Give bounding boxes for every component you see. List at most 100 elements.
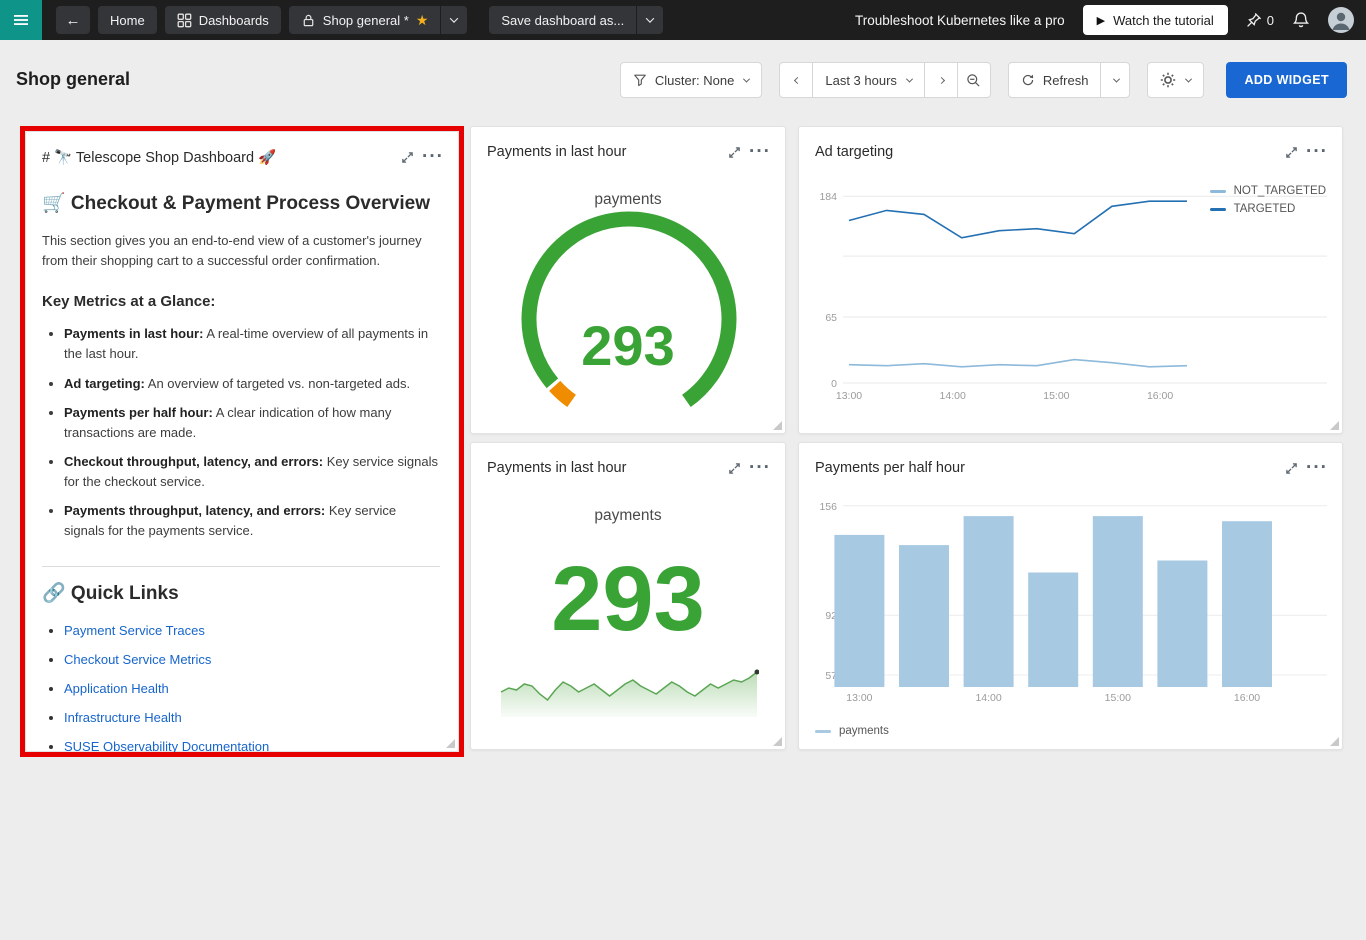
time-forward-button[interactable] bbox=[924, 62, 958, 98]
svg-text:15:00: 15:00 bbox=[1043, 390, 1069, 402]
metric-term: Payments throughput, latency, and errors… bbox=[64, 503, 325, 518]
add-widget-button[interactable]: ADD WIDGET bbox=[1226, 62, 1347, 98]
expand-widget-button[interactable] bbox=[394, 145, 420, 169]
svg-text:15:00: 15:00 bbox=[1105, 692, 1131, 704]
link-infrastructure-health[interactable]: Infrastructure Health bbox=[64, 710, 182, 725]
lock-icon bbox=[301, 13, 316, 28]
metrics-list: Payments in last hour: A real-time overv… bbox=[42, 324, 440, 541]
metric-desc: An overview of targeted vs. non-targeted… bbox=[148, 376, 410, 391]
filter-funnel-icon bbox=[633, 73, 647, 87]
widget-menu-button[interactable]: ··· bbox=[747, 456, 773, 480]
save-as-group: Save dashboard as... bbox=[489, 6, 663, 34]
ellipsis-icon: ··· bbox=[749, 463, 771, 473]
hamburger-menu-button[interactable] bbox=[0, 0, 42, 40]
settings-button[interactable] bbox=[1147, 62, 1204, 98]
widget-menu-button[interactable]: ··· bbox=[1304, 140, 1330, 164]
refresh-button[interactable]: Refresh bbox=[1008, 62, 1102, 98]
legend-item: TARGETED bbox=[1210, 203, 1326, 215]
resize-handle[interactable] bbox=[446, 739, 455, 748]
pinned-items-button[interactable]: 0 bbox=[1246, 12, 1274, 28]
chevron-down-icon bbox=[906, 75, 913, 82]
current-dashboard-dropdown[interactable] bbox=[441, 6, 467, 34]
list-item: Ad targeting: An overview of targeted vs… bbox=[64, 374, 440, 394]
svg-text:156: 156 bbox=[819, 501, 837, 513]
link-suse-observability-docs[interactable]: SUSE Observability Documentation bbox=[64, 739, 269, 754]
back-button[interactable]: ← bbox=[56, 6, 90, 34]
ellipsis-icon: ··· bbox=[749, 147, 771, 157]
topbar-right: Troubleshoot Kubernetes like a pro ▶ Wat… bbox=[855, 5, 1354, 35]
widget-title: # 🔭 Telescope Shop Dashboard 🚀 bbox=[42, 149, 394, 166]
expand-widget-button[interactable] bbox=[721, 456, 747, 480]
watch-tutorial-button[interactable]: ▶ Watch the tutorial bbox=[1083, 5, 1228, 35]
list-item: Payments in last hour: A real-time overv… bbox=[64, 324, 440, 364]
hamburger-icon bbox=[12, 12, 30, 28]
expand-widget-button[interactable] bbox=[1278, 140, 1304, 164]
svg-text:65: 65 bbox=[825, 312, 837, 324]
metric-term: Payments in last hour: bbox=[64, 326, 203, 341]
widget-title: Ad targeting bbox=[815, 144, 1278, 160]
current-dashboard-group: Shop general * ★ bbox=[289, 6, 468, 34]
save-dashboard-as-button[interactable]: Save dashboard as... bbox=[489, 6, 636, 34]
back-arrow-icon: ← bbox=[66, 12, 81, 29]
refresh-dropdown[interactable] bbox=[1100, 62, 1130, 98]
svg-text:14:00: 14:00 bbox=[940, 390, 966, 402]
zoom-out-button[interactable] bbox=[957, 62, 991, 98]
series-label: payments bbox=[471, 507, 785, 525]
legend-label: NOT_TARGETED bbox=[1234, 185, 1326, 197]
expand-icon bbox=[728, 146, 741, 159]
widget-menu-button[interactable]: ··· bbox=[1304, 456, 1330, 480]
dashboard-controls: Cluster: None Last 3 hours Refresh bbox=[620, 62, 1347, 98]
gauge-chart bbox=[487, 187, 771, 427]
refresh-group: Refresh bbox=[1008, 62, 1131, 98]
dashboards-label: Dashboards bbox=[199, 13, 269, 28]
metric-term: Checkout throughput, latency, and errors… bbox=[64, 454, 323, 469]
resize-handle[interactable] bbox=[773, 421, 782, 430]
bell-icon[interactable] bbox=[1292, 11, 1310, 29]
metric-term: Payments per half hour: bbox=[64, 405, 213, 420]
ellipsis-icon: ··· bbox=[422, 152, 444, 162]
widget-payments-number: Payments in last hour ··· payments 293 bbox=[470, 442, 786, 750]
widget-menu-button[interactable]: ··· bbox=[420, 145, 446, 169]
zoom-out-icon bbox=[966, 73, 981, 88]
topbar: ← Home Dashboards Shop general * ★ Save … bbox=[0, 0, 1366, 40]
expand-widget-button[interactable] bbox=[1278, 456, 1304, 480]
refresh-label: Refresh bbox=[1043, 73, 1089, 88]
resize-handle[interactable] bbox=[1330, 737, 1339, 746]
time-range-label: Last 3 hours bbox=[825, 73, 897, 88]
avatar[interactable] bbox=[1328, 7, 1354, 33]
chart-legend: NOT_TARGETED TARGETED bbox=[1210, 185, 1326, 215]
link-application-health[interactable]: Application Health bbox=[64, 681, 169, 696]
dashboards-button[interactable]: Dashboards bbox=[165, 6, 281, 34]
bar-chart: 156925713:0014:0015:0016:00 bbox=[807, 487, 1335, 723]
widget-menu-button[interactable]: ··· bbox=[747, 140, 773, 164]
chart-legend: payments bbox=[815, 725, 889, 737]
time-range-button[interactable]: Last 3 hours bbox=[812, 62, 925, 98]
chevron-down-icon bbox=[646, 14, 654, 22]
refresh-icon bbox=[1021, 73, 1035, 87]
promo-text: Troubleshoot Kubernetes like a pro bbox=[855, 13, 1065, 28]
home-button[interactable]: Home bbox=[98, 6, 157, 34]
list-item: Payments throughput, latency, and errors… bbox=[64, 501, 440, 541]
page-title: Shop general bbox=[16, 69, 130, 90]
list-item: Checkout throughput, latency, and errors… bbox=[64, 452, 440, 492]
current-dashboard-button[interactable]: Shop general * ★ bbox=[289, 6, 441, 34]
link-checkout-service-metrics[interactable]: Checkout Service Metrics bbox=[64, 652, 211, 667]
pin-count: 0 bbox=[1267, 13, 1274, 28]
svg-text:14:00: 14:00 bbox=[975, 692, 1001, 704]
user-icon bbox=[1328, 7, 1354, 33]
gauge-value: 293 bbox=[471, 313, 785, 378]
expand-icon bbox=[1285, 462, 1298, 475]
cluster-filter-button[interactable]: Cluster: None bbox=[620, 62, 762, 98]
favorite-star-icon[interactable]: ★ bbox=[416, 13, 429, 27]
resize-handle[interactable] bbox=[1330, 421, 1339, 430]
time-back-button[interactable] bbox=[779, 62, 813, 98]
svg-text:16:00: 16:00 bbox=[1147, 390, 1173, 402]
quick-links-heading: 🔗 Quick Links bbox=[42, 581, 440, 605]
list-item: SUSE Observability Documentation bbox=[64, 737, 440, 757]
link-payment-service-traces[interactable]: Payment Service Traces bbox=[64, 623, 205, 638]
metrics-heading: Key Metrics at a Glance: bbox=[42, 293, 440, 310]
expand-widget-button[interactable] bbox=[721, 140, 747, 164]
resize-handle[interactable] bbox=[773, 737, 782, 746]
save-dashboard-as-dropdown[interactable] bbox=[637, 6, 663, 34]
legend-label: TARGETED bbox=[1234, 203, 1296, 215]
